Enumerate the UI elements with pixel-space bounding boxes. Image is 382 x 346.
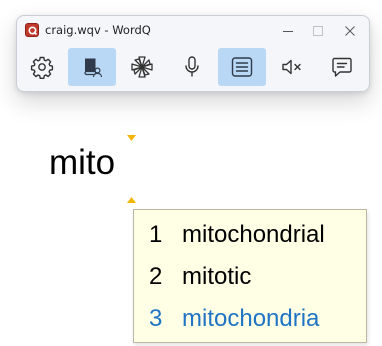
minimize-button[interactable] (273, 20, 303, 42)
reading-user-button[interactable] (68, 48, 116, 86)
settings-button[interactable] (18, 48, 66, 86)
typed-word[interactable]: mito (49, 143, 115, 183)
list-icon (231, 57, 253, 77)
prediction-word: mitotic (182, 263, 252, 290)
titlebar[interactable]: craig.wqv - WordQ (17, 16, 369, 46)
microphone-button[interactable] (168, 48, 216, 86)
book-user-icon (84, 58, 103, 78)
window-title: craig.wqv - WordQ (45, 23, 151, 37)
prediction-word: mitochondrial (182, 221, 325, 248)
prediction-number: 3 (149, 305, 163, 332)
prediction-number: 1 (149, 221, 163, 248)
prediction-item-3[interactable]: 3 mitochondria (134, 299, 366, 339)
wordq-toolbar-window: craig.wqv - WordQ (16, 15, 370, 92)
topic-button[interactable] (118, 48, 166, 86)
mute-button[interactable] (268, 48, 316, 86)
caret-marker-icon (127, 135, 136, 141)
asterisk-icon (131, 56, 153, 78)
microphone-icon (185, 56, 199, 77)
prediction-word: mitochondria (182, 305, 320, 332)
caret-marker-icon (127, 197, 136, 203)
prediction-item-2[interactable]: 2 mitotic (134, 257, 366, 297)
cursor-marker-bottom (127, 188, 136, 203)
maximize-icon (313, 26, 323, 36)
word-prediction-list: 1 mitochondrial 2 mitotic 3 mitochondria (133, 209, 367, 343)
cursor-marker-top (127, 126, 136, 141)
speaker-mute-icon (282, 59, 301, 75)
prediction-list-button[interactable] (218, 48, 266, 86)
prediction-number: 2 (149, 263, 163, 290)
close-button[interactable] (335, 20, 365, 42)
gear-icon (30, 56, 54, 79)
prediction-item-1[interactable]: 1 mitochondrial (134, 215, 366, 255)
close-icon (345, 26, 355, 36)
speech-bubble-button[interactable] (318, 48, 366, 86)
wordq-app-icon (25, 23, 39, 37)
speech-bubble-icon (332, 57, 352, 77)
maximize-button (303, 20, 333, 42)
minimize-icon (283, 31, 293, 32)
